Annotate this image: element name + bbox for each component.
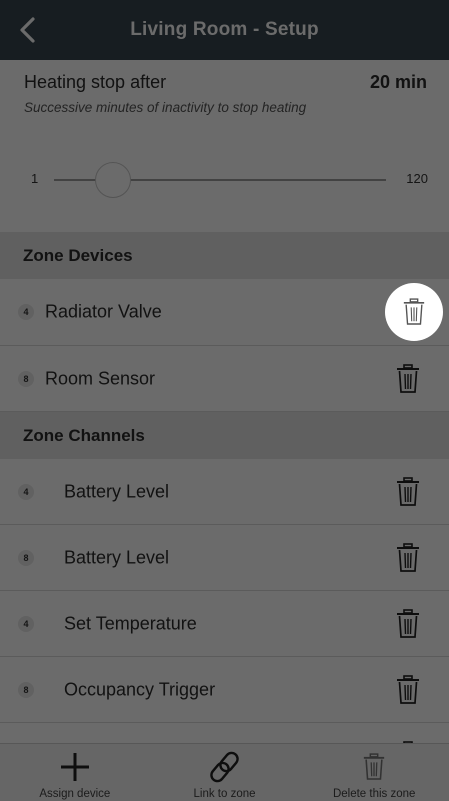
channel-label: Set Temperature xyxy=(64,613,197,633)
heating-stop-value: 20 min xyxy=(369,72,427,92)
channel-row[interactable]: 8 Battery Level xyxy=(0,525,449,591)
channel-id-badge: 8 xyxy=(18,549,34,566)
plus-icon xyxy=(60,753,89,781)
trash-icon[interactable] xyxy=(395,476,421,507)
assign-device-label: Assign device xyxy=(39,788,111,800)
app-screen: Living Room - Setup Heating stop after 2… xyxy=(0,0,449,801)
slider-max-label: 120 xyxy=(406,171,428,186)
channel-row[interactable]: 8 Occupancy Trigger xyxy=(0,657,449,723)
channel-label: Battery Level xyxy=(64,481,170,501)
link-to-zone-label: Link to zone xyxy=(193,788,256,800)
device-id-badge: 4 xyxy=(18,304,34,320)
zone-devices-header: Zone Devices xyxy=(0,232,449,279)
trash-icon[interactable] xyxy=(395,608,421,639)
device-row-radiator-valve[interactable]: 4 Radiator Valve xyxy=(0,279,449,346)
page-title: Living Room - Setup xyxy=(130,19,319,40)
device-row-room-sensor[interactable]: 8 Room Sensor xyxy=(0,346,449,412)
chevron-left-icon xyxy=(20,17,35,43)
channel-label: Occupancy Trigger xyxy=(64,679,216,699)
zone-channels-header: Zone Channels xyxy=(0,412,449,459)
heating-stop-slider[interactable]: 1 120 xyxy=(24,160,428,200)
trash-icon xyxy=(364,753,385,780)
device-label: Room Sensor xyxy=(45,368,156,388)
trash-icon[interactable] xyxy=(395,674,421,705)
link-to-zone-button[interactable]: Link to zone xyxy=(150,744,300,801)
channel-row[interactable]: 4 Battery Level xyxy=(0,459,449,525)
slider-min-label: 1 xyxy=(31,171,39,186)
device-label: Radiator Valve xyxy=(45,301,162,322)
link-icon xyxy=(209,751,239,783)
delete-zone-label: Delete this zone xyxy=(332,788,416,800)
heating-stop-setting: Heating stop after 20 min Successive min… xyxy=(0,60,449,232)
channel-id-badge: 4 xyxy=(18,615,34,632)
channel-row[interactable]: 4 Set Temperature xyxy=(0,591,449,657)
channel-label: Battery Level xyxy=(64,547,170,567)
top-bar: Living Room - Setup xyxy=(0,0,449,60)
device-id-badge: 8 xyxy=(18,370,34,387)
channel-id-badge: 8 xyxy=(18,681,34,698)
channel-id-badge: 4 xyxy=(18,483,34,500)
heating-stop-label: Heating stop after xyxy=(24,72,167,92)
delete-zone-button[interactable]: Delete this zone xyxy=(299,744,449,801)
trash-icon xyxy=(403,298,425,325)
trash-icon[interactable] xyxy=(395,363,421,394)
highlighted-delete-device-button[interactable] xyxy=(385,283,443,341)
assign-device-button[interactable]: Assign device xyxy=(0,744,150,801)
trash-icon[interactable] xyxy=(395,542,421,573)
back-button[interactable] xyxy=(10,12,46,48)
slider-thumb[interactable] xyxy=(95,162,131,198)
bottom-action-bar: Assign device Link to zone Delete this z… xyxy=(0,743,449,801)
heating-stop-description: Successive minutes of inactivity to stop… xyxy=(24,100,307,115)
